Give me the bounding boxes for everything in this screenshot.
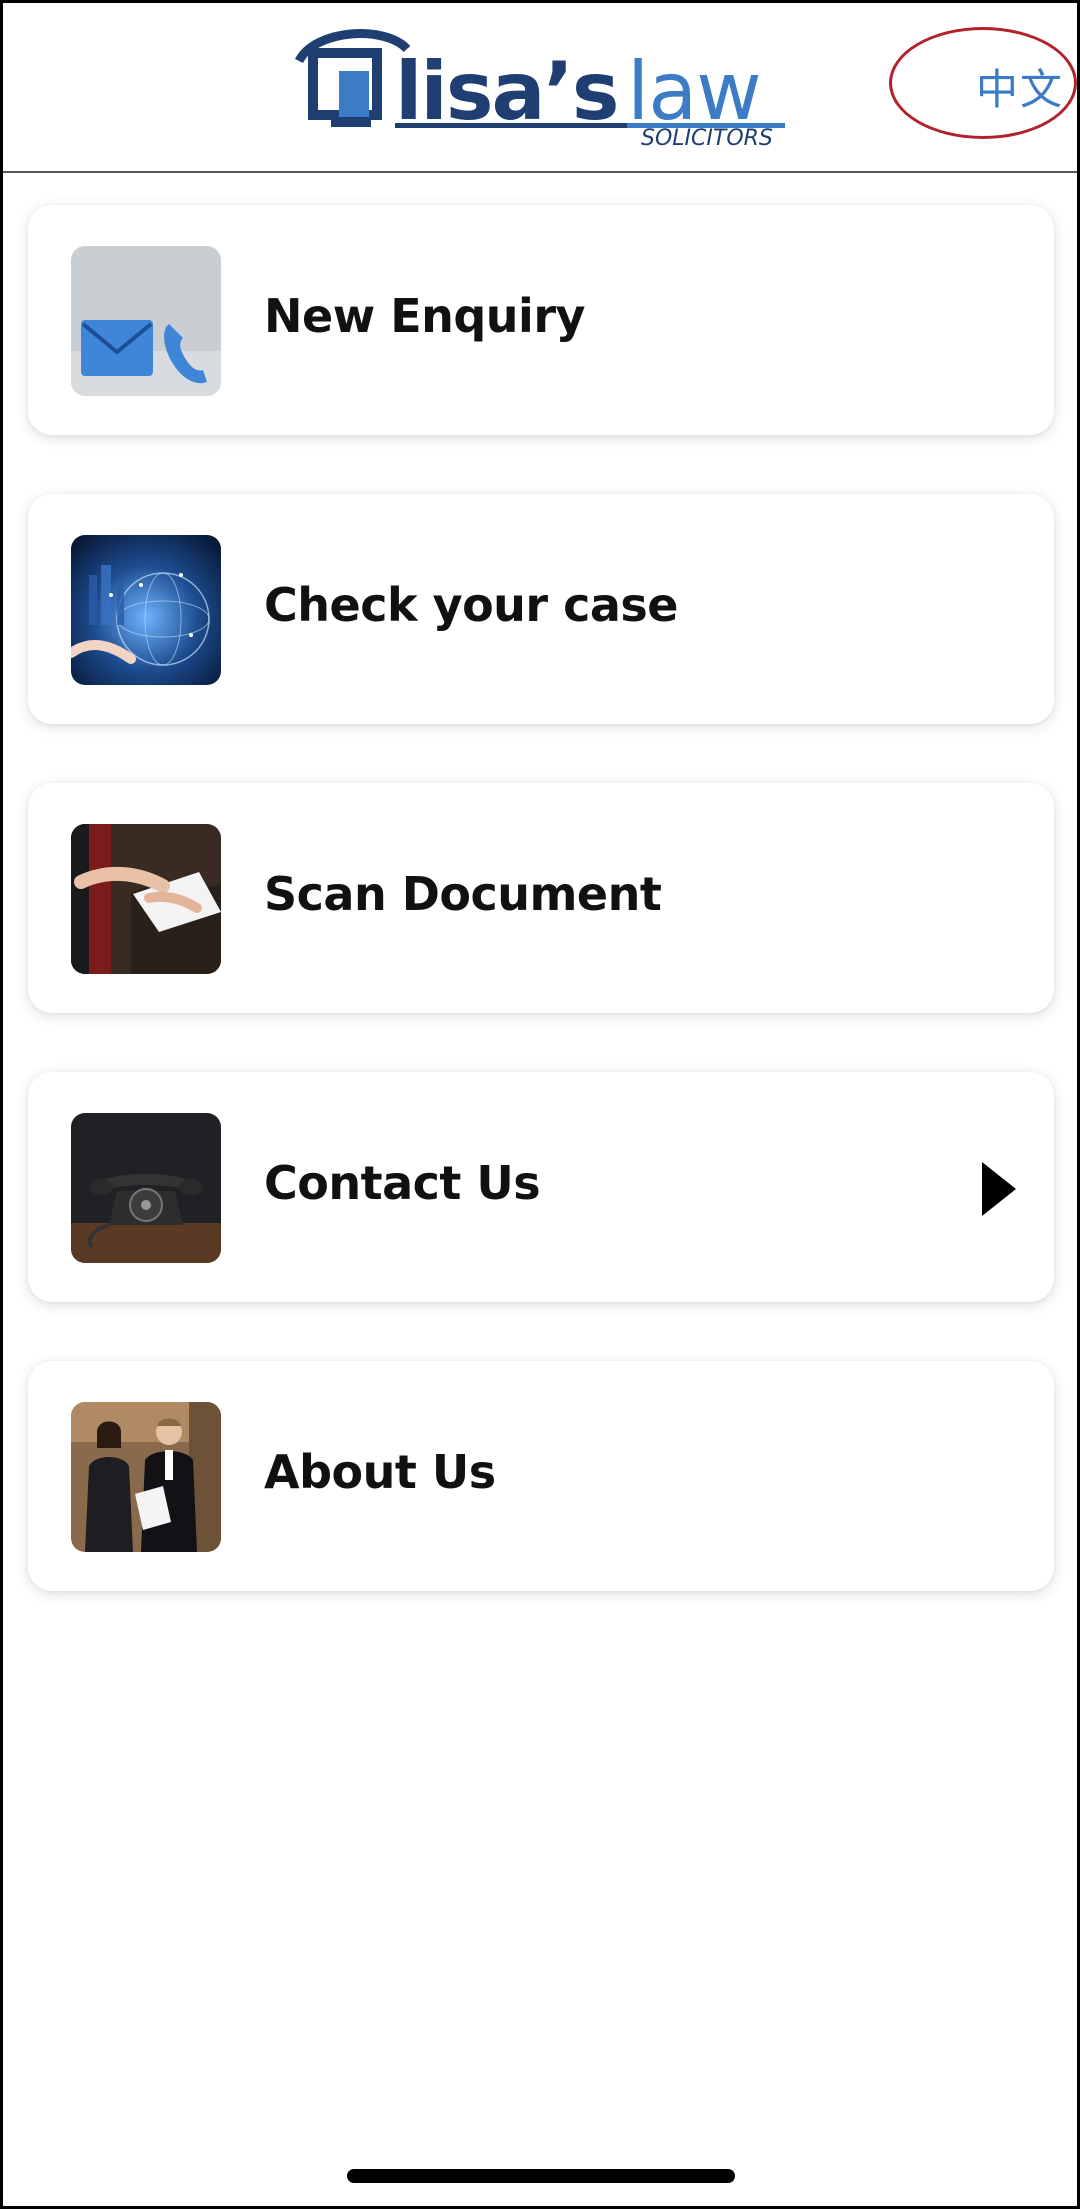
mail-phone-icon (71, 246, 221, 396)
menu-item-scan-document[interactable]: Scan Document (28, 783, 1054, 1013)
menu-item-label: New Enquiry (264, 289, 586, 343)
menu-item-contact-us[interactable]: Contact Us (28, 1072, 1054, 1302)
chevron-right-icon (982, 1162, 1016, 1216)
app-header: lisa’s law SOLICITORS 中文 (3, 3, 1077, 173)
lawyers-icon (71, 1402, 221, 1552)
menu-item-label: Contact Us (264, 1156, 541, 1210)
menu-item-new-enquiry[interactable]: New Enquiry (28, 205, 1054, 435)
menu-item-about-us[interactable]: About Us (28, 1361, 1054, 1591)
document-hands-icon (71, 824, 221, 974)
home-indicator[interactable] (347, 2169, 735, 2183)
menu-item-label: Check your case (264, 578, 679, 632)
language-toggle-label: 中文 (976, 65, 1065, 114)
language-toggle-button[interactable]: 中文 (889, 27, 1077, 139)
svg-text:SOLICITORS: SOLICITORS (641, 126, 773, 147)
menu-item-label: About Us (264, 1445, 496, 1499)
rotary-phone-icon (71, 1113, 221, 1263)
globe-network-icon (71, 535, 221, 685)
menu-item-label: Scan Document (264, 867, 662, 921)
app-frame: lisa’s law SOLICITORS 中文 New Enquiry Che… (0, 0, 1080, 2209)
menu-item-check-your-case[interactable]: Check your case (28, 494, 1054, 724)
company-logo: lisa’s law SOLICITORS (294, 23, 787, 151)
